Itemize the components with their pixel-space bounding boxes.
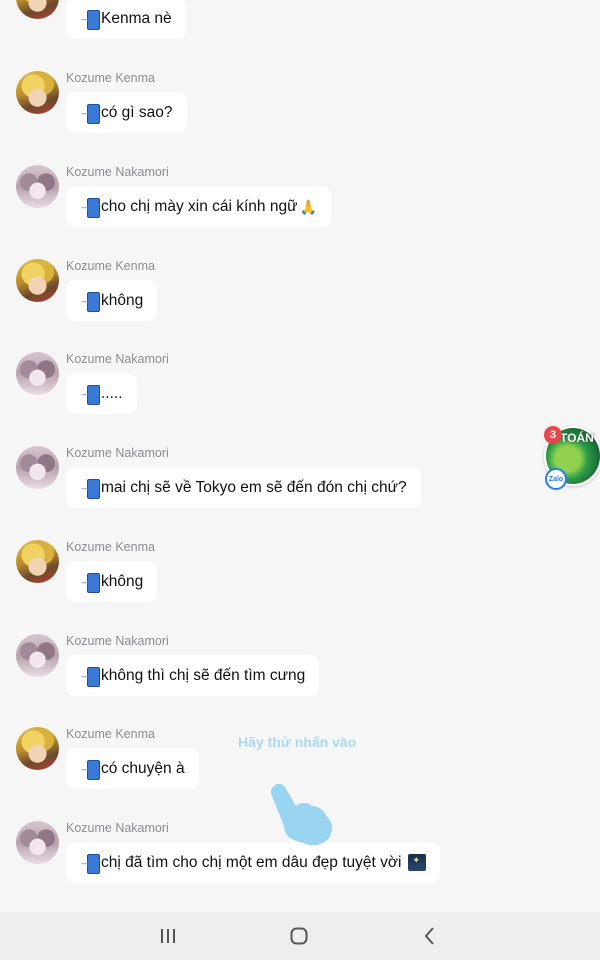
sender-name: Kozume Nakamori [66,352,169,366]
sender-name: Kozume Nakamori [66,165,169,179]
chat-message: Kozume Nakamori không thì chị sẽ đến tìm… [0,634,600,728]
phone-arrow-icon [79,9,100,30]
phone-arrow-icon [79,572,100,593]
avatar[interactable] [16,727,59,770]
message-bubble[interactable]: có gì sao? [66,92,187,133]
tap-hint-text: Hãy thử nhấn vào [238,734,357,750]
avatar[interactable] [16,821,59,864]
message-bubble[interactable]: không thì chị sẽ đến tìm cưng [66,655,320,696]
chat-message: Kozume Kenma có gì sao? [0,71,600,165]
message-text: không thì chị sẽ đến tìm cưng [101,666,306,684]
avatar[interactable] [16,540,59,583]
recent-apps-icon[interactable] [156,924,180,948]
chat-message: Kozume Nakamori mai chị sẽ về Tokyo em s… [0,446,600,540]
back-icon[interactable] [418,924,442,948]
home-icon[interactable] [287,924,311,948]
unread-badge: 3 [544,426,562,444]
avatar[interactable] [16,446,59,489]
chat-message-list[interactable]: Kenma nè Kozume Kenma có gì sao? Kozume … [0,0,600,912]
message-bubble[interactable]: không [66,280,158,321]
chat-message: Kenma nè [0,0,600,40]
chat-message: Kozume Kenma không [0,540,600,634]
sender-name: Kozume Kenma [66,71,155,85]
message-text: không [101,291,144,309]
chat-message: Kozume Nakamori cho chị mày xin cái kính… [0,165,600,259]
message-text: chị đã tìm cho chị một em dâu đẹp tuyệt … [101,853,402,871]
folded-hands-emoji: 🙏 [299,198,317,215]
avatar[interactable] [16,634,59,677]
zalo-logo-icon: Zalo [545,468,567,490]
message-text: ..... [101,384,123,402]
message-bubble[interactable]: chị đã tìm cho chị một em dâu đẹp tuyệt … [66,842,440,883]
avatar[interactable] [16,352,59,395]
pointing-hand-icon [266,780,336,848]
message-bubble[interactable]: Kenma nè [66,0,186,39]
message-text: mai chị sẽ về Tokyo em sẽ đến đón chị ch… [101,478,407,496]
chat-message: Kozume Nakamori ..... [0,352,600,446]
message-text: có chuyện à [101,759,185,777]
phone-arrow-icon [79,197,100,218]
phone-arrow-icon [79,384,100,405]
message-text: không [101,572,144,590]
message-text: có gì sao? [101,103,173,121]
sender-name: Kozume Kenma [66,727,155,741]
system-navigation-bar [0,912,600,960]
sender-name: Kozume Nakamori [66,634,169,648]
message-text: Kenma nè [101,9,172,27]
chat-message: Kozume Kenma không [0,259,600,353]
message-bubble[interactable]: cho chị mày xin cái kính ngữ 🙏 [66,186,331,227]
chat-head-title: TOÁN [560,431,594,445]
sender-name: Kozume Kenma [66,540,155,554]
avatar[interactable] [16,165,59,208]
message-bubble[interactable]: không [66,561,158,602]
sender-name: Kozume Nakamori [66,446,169,460]
floating-chat-head[interactable]: TOÁN 3 Zalo [544,426,600,490]
avatar[interactable] [16,71,59,114]
sender-name: Kozume Nakamori [66,821,169,835]
avatar[interactable] [16,259,59,302]
message-text: cho chị mày xin cái kính ngữ [101,197,298,215]
message-bubble[interactable]: có chuyện à [66,748,199,789]
phone-arrow-icon [79,478,100,499]
message-bubble[interactable]: mai chị sẽ về Tokyo em sẽ đến đón chị ch… [66,467,421,508]
phone-arrow-icon [79,291,100,312]
message-bubble[interactable]: ..... [66,373,137,414]
avatar[interactable] [16,0,59,19]
night-sky-emoji [407,854,426,871]
phone-arrow-icon [79,759,100,780]
phone-arrow-icon [79,853,100,874]
phone-arrow-icon [79,103,100,124]
sender-name: Kozume Kenma [66,259,155,273]
phone-arrow-icon [79,666,100,687]
